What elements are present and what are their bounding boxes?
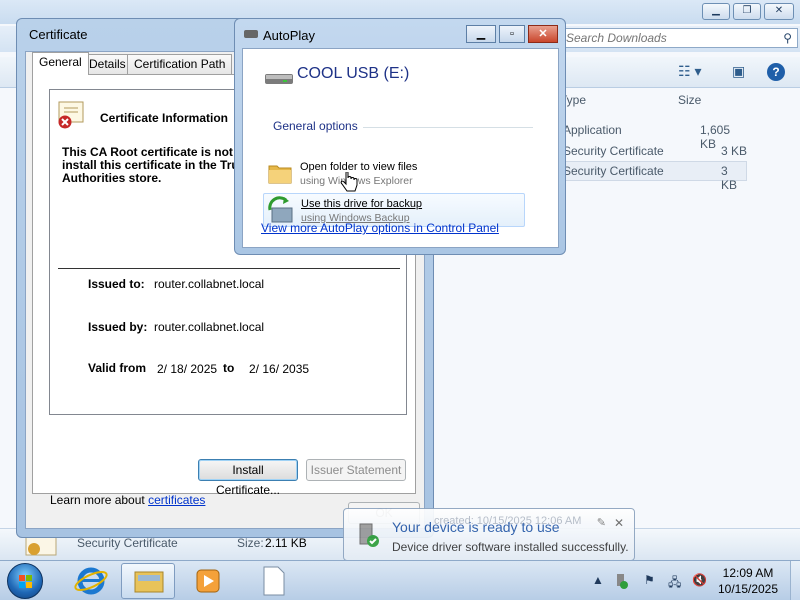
view-options-icon[interactable]: ☷ ▾ — [678, 63, 701, 80]
divider — [363, 127, 533, 128]
autoplay-minimize-button[interactable]: ▁ — [466, 25, 496, 43]
valid-to-value: 2/ 16/ 2035 — [249, 362, 310, 376]
learn-more-text: Learn more about certificates — [50, 493, 205, 507]
notification-balloon[interactable]: created: 10/15/2025 12:06 AM Your device… — [343, 508, 635, 561]
volume-muted-icon[interactable]: 🔇 — [692, 573, 707, 587]
tab-certification-path[interactable]: Certification Path — [127, 54, 233, 74]
issuer-statement-button[interactable]: Issuer Statement — [306, 459, 406, 481]
windows-logo-icon — [19, 575, 32, 588]
drive-name: COOL USB (E:) — [297, 65, 410, 82]
issued-by-label: Issued by: — [88, 320, 148, 334]
help-icon[interactable]: ? — [767, 63, 785, 81]
file-type: Application — [563, 123, 622, 137]
internet-explorer-icon — [74, 567, 108, 595]
clock-date: 10/15/2025 — [717, 582, 779, 596]
details-size-label: Size: — [237, 536, 264, 550]
file-size: 3 KB — [721, 144, 748, 158]
tab-details[interactable]: Details — [82, 54, 133, 74]
autoplay-close-button[interactable]: ✕ — [528, 25, 558, 43]
usb-drive-icon — [244, 30, 258, 38]
option-label: Open folder to view files — [300, 161, 418, 173]
preview-pane-icon[interactable]: ▣ — [732, 63, 745, 80]
balloon-title: Your device is ready to use — [392, 519, 560, 535]
network-icon[interactable]: 🖧 — [668, 573, 681, 594]
details-size-value: 2.11 KB — [265, 536, 307, 550]
search-icon[interactable]: ⚲ — [783, 31, 792, 45]
install-certificate-button[interactable]: Install Certificate... — [198, 459, 298, 497]
show-desktop-button[interactable] — [790, 561, 800, 600]
start-button[interactable] — [7, 563, 43, 599]
autoplay-title: AutoPlay — [263, 28, 316, 43]
certificates-link[interactable]: certificates — [148, 493, 205, 507]
explorer-minimize-button[interactable]: ▁ — [702, 3, 730, 20]
explorer-close-button[interactable]: ✕ — [764, 3, 794, 20]
file-size: 3 KB — [721, 164, 738, 192]
option-label: Use this drive for backup — [301, 198, 423, 210]
taskbar: ▲ ⚑ 🖧 🔇 12:09 AM 10/15/2025 — [0, 560, 800, 600]
document-icon — [263, 566, 285, 596]
autoplay-maximize-button[interactable]: ▫ — [499, 25, 525, 43]
open-folder-option[interactable]: Open folder to view files using Windows … — [263, 157, 525, 191]
removable-drive-icon — [265, 74, 293, 84]
taskbar-windows-explorer[interactable] — [121, 563, 175, 599]
autoplay-body: COOL USB (E:) General options Open folde… — [242, 48, 559, 248]
autoplay-caption-buttons: ▁ ▫ ✕ — [466, 25, 558, 43]
action-center-flag-icon[interactable]: ⚑ — [644, 573, 655, 587]
show-hidden-icons-icon[interactable]: ▲ — [592, 573, 604, 587]
certificate-info-title: Certificate Information — [100, 111, 229, 125]
file-type: Security Certificate — [563, 144, 664, 158]
issued-by-value: router.collabnet.local — [154, 320, 265, 334]
folder-library-icon — [134, 571, 164, 593]
learn-more-prefix: Learn more about — [50, 493, 145, 507]
usb-device-icon — [617, 574, 628, 589]
divider — [58, 268, 400, 269]
search-input[interactable] — [561, 29, 766, 47]
valid-from-value: 2/ 18/ 2025 — [157, 362, 218, 376]
clock-time: 12:09 AM — [722, 566, 774, 580]
autoplay-dialog: AutoPlay ▁ ▫ ✕ COOL USB (E:) General optio… — [234, 18, 566, 255]
taskbar-internet-explorer[interactable] — [64, 563, 118, 599]
issued-to-label: Issued to: — [88, 277, 145, 291]
file-row-selected[interactable]: Security Certificate 3 KB — [545, 161, 747, 192]
control-panel-link[interactable]: View more AutoPlay options in Control Pa… — [261, 221, 499, 235]
explorer-maximize-button[interactable]: ❐ — [733, 3, 761, 20]
issued-to-value: router.collabnet.local — [154, 277, 265, 291]
certificate-warning-text: This CA Root certificate is not t instal… — [62, 145, 241, 185]
balloon-text: Device driver software installed success… — [392, 540, 629, 554]
close-icon[interactable]: ✕ — [614, 516, 624, 530]
column-header-size[interactable]: Size — [678, 93, 701, 107]
device-installed-icon — [359, 523, 379, 547]
certificate-dialog-title: Certificate — [29, 27, 88, 42]
valid-from-label: Valid from — [88, 361, 147, 375]
taskbar-document[interactable] — [246, 563, 300, 599]
search-box[interactable]: ⚲ — [560, 28, 798, 48]
valid-to-label: to — [223, 361, 235, 375]
taskbar-media-player[interactable] — [181, 563, 235, 599]
hand-cursor-icon — [340, 172, 358, 192]
folder-icon — [268, 165, 292, 184]
details-file-type: Security Certificate — [77, 536, 178, 550]
media-player-icon — [196, 569, 220, 593]
taskbar-clock[interactable]: 12:09 AM 10/15/2025 — [712, 565, 784, 597]
general-options-heading: General options — [273, 119, 358, 133]
tab-general[interactable]: General — [32, 52, 89, 75]
file-row[interactable]: Application 1,605 KB — [545, 120, 747, 151]
file-type: Security Certificate — [563, 164, 664, 178]
file-row[interactable]: Security Certificate 3 KB — [545, 141, 747, 161]
certificate-warning-icon — [58, 101, 84, 129]
settings-icon[interactable]: ✎ — [597, 516, 606, 529]
device-tray-icon[interactable] — [614, 573, 628, 592]
